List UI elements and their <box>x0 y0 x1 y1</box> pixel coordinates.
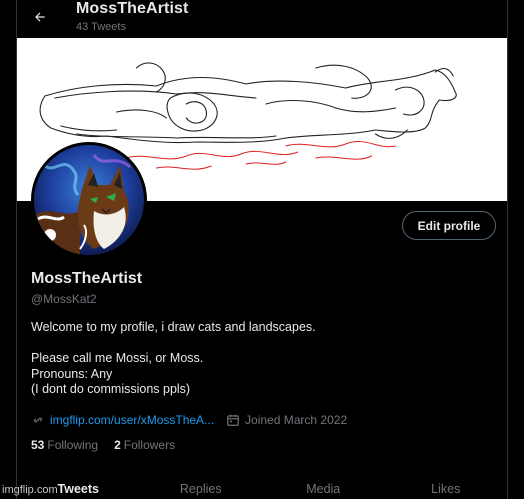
link-icon <box>31 413 45 427</box>
profile-bio: Welcome to my profile, i draw cats and l… <box>31 320 491 398</box>
joined-date: Joined March 2022 <box>245 413 348 427</box>
bio-line <box>31 336 491 352</box>
bio-line: Welcome to my profile, i draw cats and l… <box>31 320 316 334</box>
profile-handle: @MossKat2 <box>31 292 97 306</box>
profile-page: MossTheArtist 43 Tweets Edit profile Mos… <box>16 0 508 499</box>
following-count: 53 <box>31 438 45 452</box>
tab-likes[interactable]: Likes <box>385 474 508 499</box>
follow-stats: 53 Following 2 Followers <box>31 438 191 452</box>
arrow-left-icon <box>35 12 45 22</box>
avatar[interactable] <box>31 142 147 258</box>
website-link[interactable]: imgflip.com/user/xMossTheA... <box>50 413 214 427</box>
bio-line: (I dont do commissions ppls) <box>31 382 191 396</box>
following-label: Following <box>47 438 99 452</box>
tab-replies[interactable]: Replies <box>140 474 263 499</box>
profile-tabs: Tweets Replies Media Likes <box>17 474 507 499</box>
followers-link[interactable]: 2 Followers <box>114 438 175 452</box>
tweet-count: 43 Tweets <box>76 21 126 33</box>
back-button[interactable] <box>29 6 51 28</box>
profile-meta: imgflip.com/user/xMossTheA... Joined Mar… <box>31 412 359 428</box>
imgflip-watermark: imgflip.com <box>2 484 58 496</box>
joined-item: Joined March 2022 <box>226 413 347 427</box>
followers-label: Followers <box>123 438 176 452</box>
avatar-artwork-image <box>34 145 144 255</box>
edit-profile-button[interactable]: Edit profile <box>402 211 496 240</box>
tab-media[interactable]: Media <box>262 474 385 499</box>
website-item: imgflip.com/user/xMossTheA... <box>31 413 214 427</box>
profile-display-name: MossTheArtist <box>31 270 143 287</box>
followers-count: 2 <box>114 438 121 452</box>
following-link[interactable]: 53 Following <box>31 438 98 452</box>
top-bar: MossTheArtist 43 Tweets <box>17 0 507 38</box>
bio-line: Pronouns: Any <box>31 366 113 381</box>
header-title: MossTheArtist <box>76 0 189 17</box>
bio-line: Please call me Mossi, or Moss. <box>31 351 204 365</box>
calendar-icon <box>226 413 240 427</box>
